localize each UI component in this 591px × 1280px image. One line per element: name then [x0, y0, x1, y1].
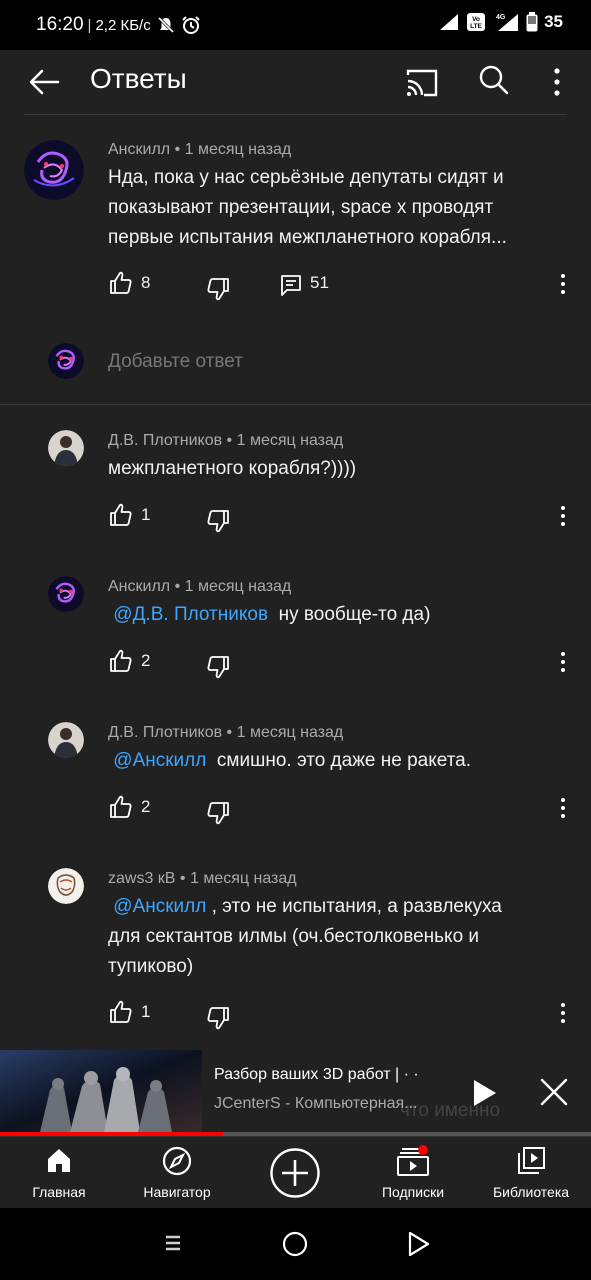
- like-count: 2: [141, 797, 151, 816]
- my-avatar: [48, 343, 84, 379]
- status-speed: 2,2 КБ/с: [95, 16, 151, 34]
- nav-home[interactable]: Главная: [12, 1137, 106, 1209]
- signal-4g-icon: 4G: [496, 14, 519, 31]
- thumbs-up-icon[interactable]: [108, 270, 134, 296]
- svg-text:Vo: Vo: [472, 16, 480, 23]
- thumbs-down-icon[interactable]: [205, 800, 231, 826]
- divider: [24, 114, 567, 115]
- thumbs-up-icon[interactable]: [108, 999, 134, 1025]
- nav-explore[interactable]: Навигатор: [130, 1137, 224, 1209]
- thumbs-down-icon[interactable]: [205, 1005, 231, 1031]
- comment-text: @Анскилл смишно. это даже не ракета.: [113, 750, 472, 771]
- compass-icon: [162, 1146, 192, 1176]
- avatar[interactable]: [48, 868, 84, 904]
- svg-text:LTE: LTE: [470, 23, 482, 30]
- avatar[interactable]: [24, 140, 84, 200]
- mute-icon: [157, 16, 174, 34]
- comment-text: межпланетного корабля?)))): [108, 458, 357, 479]
- thumbs-down-icon[interactable]: [205, 508, 231, 534]
- nav-create[interactable]: [248, 1137, 342, 1209]
- comment-menu-icon[interactable]: [557, 503, 569, 529]
- avatar[interactable]: [48, 576, 84, 612]
- like-count: 2: [141, 651, 151, 670]
- comment-menu-icon[interactable]: [557, 1000, 569, 1026]
- search-icon[interactable]: [474, 60, 514, 100]
- cast-icon[interactable]: [402, 63, 442, 103]
- avatar[interactable]: [48, 722, 84, 758]
- comment-author[interactable]: Анскилл: [108, 141, 170, 158]
- create-icon: [270, 1148, 320, 1198]
- thumbs-up-icon[interactable]: [108, 794, 134, 820]
- thumbs-up-icon[interactable]: [108, 502, 134, 528]
- thumbs-down-icon[interactable]: [205, 276, 231, 302]
- nav-library[interactable]: Библиотека: [484, 1137, 578, 1209]
- battery-icon: [526, 12, 538, 32]
- app-header: Ответы: [0, 50, 591, 114]
- library-icon: [518, 1147, 545, 1174]
- comment-author[interactable]: zaws3 кВ: [108, 870, 175, 887]
- reply-count: 51: [310, 273, 329, 292]
- comment-text: @Анскилл , это не испытания, а развлекух…: [108, 896, 502, 977]
- comment-age: 1 месяц назад: [184, 578, 292, 595]
- play-icon[interactable]: [470, 1078, 498, 1108]
- subscriptions-icon: [397, 1145, 429, 1176]
- thumbs-down-icon[interactable]: [205, 654, 231, 680]
- volte-icon: Vo LTE: [467, 13, 486, 31]
- back-arrow-icon[interactable]: [24, 62, 64, 102]
- mini-player-title[interactable]: Разбор ваших 3D работ | · ·: [214, 1066, 419, 1084]
- comment-age: 1 месяц назад: [236, 724, 344, 741]
- comment-author[interactable]: Д.В. Плотников: [108, 724, 222, 741]
- nav-subscriptions[interactable]: Подписки: [366, 1137, 460, 1209]
- comment-author[interactable]: Д.В. Плотников: [108, 432, 222, 449]
- comment-age: 1 месяц назад: [184, 141, 292, 158]
- replies-icon[interactable]: [278, 272, 304, 298]
- home-icon: [48, 1149, 70, 1172]
- alarm-icon: [182, 16, 200, 34]
- system-nav-bar: [0, 1208, 591, 1280]
- back-triangle-icon[interactable]: [404, 1230, 432, 1258]
- comment-text: Нда, пока у нас серьёзные депутаты сидят…: [108, 167, 507, 248]
- recents-icon[interactable]: [160, 1230, 186, 1256]
- comment-menu-icon[interactable]: [557, 795, 569, 821]
- mini-player-channel: JCenterS - Компьютерная...: [214, 1095, 418, 1112]
- comment-menu-icon[interactable]: [557, 649, 569, 675]
- comment-age: 1 месяц назад: [189, 870, 297, 887]
- page-title: Ответы: [90, 63, 187, 94]
- svg-text:4G: 4G: [496, 14, 506, 21]
- battery-level: 35: [544, 12, 563, 31]
- mention-link[interactable]: @Анскилл: [113, 896, 206, 917]
- comment-author[interactable]: Анскилл: [108, 578, 170, 595]
- comment-text: @Д.В. Плотников ну вообще-то да): [113, 604, 431, 625]
- close-icon[interactable]: [538, 1076, 570, 1108]
- add-reply-input[interactable]: Добавьте ответ: [108, 351, 243, 373]
- more-vert-icon[interactable]: [543, 62, 571, 102]
- comment-age: 1 месяц назад: [236, 432, 344, 449]
- comment-menu-icon[interactable]: [557, 271, 569, 297]
- mention-link[interactable]: @Анскилл: [113, 750, 206, 771]
- thumbs-up-icon[interactable]: [108, 648, 134, 674]
- like-count: 1: [141, 505, 151, 524]
- avatar[interactable]: [48, 430, 84, 466]
- like-count: 1: [141, 1002, 151, 1021]
- mention-link[interactable]: @Д.В. Плотников: [113, 604, 268, 625]
- mini-player[interactable]: что именно Разбор ваших 3D работ | · · J…: [0, 1050, 591, 1136]
- divider: [0, 404, 591, 405]
- status-time: 16:20: [36, 14, 84, 35]
- signal-icon: [440, 14, 459, 30]
- like-count: 8: [141, 273, 151, 292]
- home-circle-icon[interactable]: [281, 1230, 309, 1258]
- video-thumbnail[interactable]: [0, 1050, 202, 1132]
- status-bar: 16:20 | 2,2 КБ/с Vo LTE 4G 35: [0, 0, 591, 50]
- bottom-nav: Главная Навигатор Подписки Библиотека: [0, 1136, 591, 1208]
